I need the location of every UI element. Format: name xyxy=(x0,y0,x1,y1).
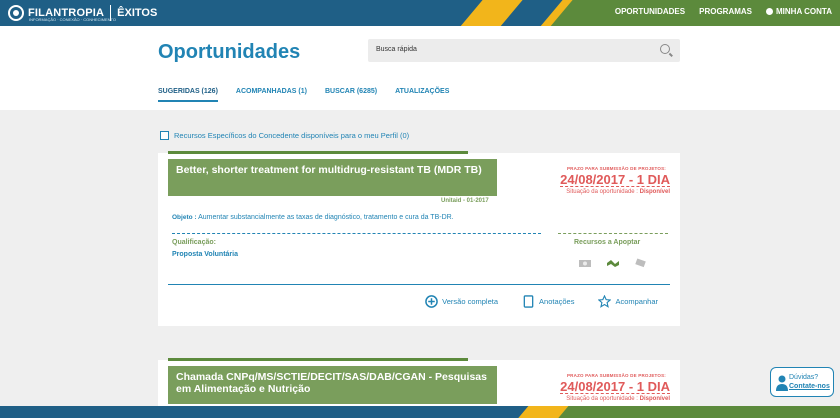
handshake-icon xyxy=(607,260,619,267)
tab-atualizacoes[interactable]: ATUALIZAÇÕES xyxy=(395,88,449,102)
title-accent xyxy=(168,151,468,154)
status: Situação da oportunidade : Disponível xyxy=(566,189,670,195)
star-icon xyxy=(598,295,612,308)
deadline-divider xyxy=(560,393,670,394)
status-value: Disponível xyxy=(639,189,670,195)
person-icon xyxy=(776,375,788,391)
opportunity-card: Better, shorter treatment for multidrug-… xyxy=(158,151,680,326)
recursos-label: Recursos a Apoptar xyxy=(574,239,641,246)
filter-checkbox[interactable] xyxy=(160,131,169,140)
top-bar: FILANTROPIA INFORMAÇÃO · CONEXÃO · CONHE… xyxy=(0,0,840,26)
title-accent xyxy=(168,358,468,361)
user-icon xyxy=(766,8,773,15)
logo-subtitle: INFORMAÇÃO · CONEXÃO · CONHECIMENTO xyxy=(29,17,117,22)
logo-exitos: ÊXITOS xyxy=(117,7,158,19)
filter-label: Recursos Específicos do Concedente dispo… xyxy=(174,131,410,140)
anotacoes-label: Anotações xyxy=(539,297,575,306)
tab-acompanhadas[interactable]: ACOMPANHADAS (1) xyxy=(236,88,307,102)
anotacoes-button[interactable]: Anotações xyxy=(522,295,574,308)
recursos-icons xyxy=(578,258,648,268)
divider-right xyxy=(558,233,668,234)
status-value: Disponível xyxy=(639,396,670,402)
card-title-text: Chamada CNPq/MS/SCTIE/DECIT/SAS/DAB/CGAN… xyxy=(176,371,487,395)
nav-programas[interactable]: PROGRAMAS xyxy=(699,7,752,16)
top-nav: OPORTUNIDADES PROGRAMAS MINHA CONTA xyxy=(615,7,832,16)
objeto-value: Aumentar substancialmente as taxas de di… xyxy=(198,214,454,221)
actions-divider xyxy=(168,284,670,285)
qualificacao-label: Qualificação: xyxy=(172,239,216,246)
nav-oportunidades[interactable]: OPORTUNIDADES xyxy=(615,7,685,16)
card-actions: Versão completa Anotações Acompanhar xyxy=(425,295,658,308)
objeto: Objeto : Aumentar substancialmente as ta… xyxy=(172,214,454,221)
tabs: SUGERIDAS (126) ACOMPANHADAS (1) BUSCAR … xyxy=(158,88,449,102)
acompanhar-label: Acompanhar xyxy=(615,297,658,306)
card-title-text: Better, shorter treatment for multidrug-… xyxy=(176,164,482,176)
tab-buscar[interactable]: BUSCAR (6285) xyxy=(325,88,377,102)
versao-completa-button[interactable]: Versão completa xyxy=(425,295,498,308)
note-icon xyxy=(523,295,534,308)
help-question: Dúvidas? xyxy=(789,374,819,381)
deadline-label: PRAZO PARA SUBMISSÃO DE PROJETOS: xyxy=(566,166,666,171)
card-title[interactable]: Chamada CNPq/MS/SCTIE/DECIT/SAS/DAB/CGAN… xyxy=(168,366,497,404)
deadline-divider xyxy=(560,186,670,187)
versao-completa-label: Versão completa xyxy=(442,297,499,306)
source: Unitaid - 01-2017 xyxy=(441,198,489,204)
filter-recursos[interactable]: Recursos Específicos do Concedente dispo… xyxy=(160,131,409,140)
search-input[interactable]: Busca rápida xyxy=(368,39,680,62)
nav-minha-conta-label: MINHA CONTA xyxy=(776,7,832,16)
nav-minha-conta[interactable]: MINHA CONTA xyxy=(766,7,832,16)
qualificacao-value: Proposta Voluntária xyxy=(172,251,238,258)
plus-circle-icon xyxy=(425,295,438,308)
money-icon xyxy=(579,260,591,267)
acompanhar-button[interactable]: Acompanhar xyxy=(598,295,658,308)
status-label: Situação da oportunidade : xyxy=(566,396,638,402)
tab-sugeridas[interactable]: SUGERIDAS (126) xyxy=(158,88,218,102)
help-contact-button[interactable]: Dúvidas? Contate-nos xyxy=(770,367,834,397)
deadline: 24/08/2017 - 1 DIA xyxy=(560,379,670,394)
footer-stripe-green xyxy=(543,406,840,418)
page-title: Oportunidades xyxy=(158,41,301,63)
card-title[interactable]: Better, shorter treatment for multidrug-… xyxy=(168,159,497,196)
page-header: Oportunidades Busca rápida SUGERIDAS (12… xyxy=(0,26,840,110)
status-label: Situação da oportunidade : xyxy=(566,189,638,195)
divider-left xyxy=(172,233,541,234)
search-icon[interactable] xyxy=(660,44,670,54)
logo[interactable]: FILANTROPIA INFORMAÇÃO · CONEXÃO · CONHE… xyxy=(8,4,157,22)
help-contact-link[interactable]: Contate-nos xyxy=(789,383,830,390)
deadline-label: PRAZO PARA SUBMISSÃO DE PROJETOS: xyxy=(566,373,666,378)
footer-stripe xyxy=(0,406,840,418)
status: Situação da oportunidade : Disponível xyxy=(566,396,670,402)
logo-icon xyxy=(8,5,24,21)
deadline: 24/08/2017 - 1 DIA xyxy=(560,172,670,187)
equipment-icon xyxy=(635,258,646,268)
objeto-label: Objeto : xyxy=(172,214,197,221)
search-placeholder: Busca rápida xyxy=(376,46,417,53)
